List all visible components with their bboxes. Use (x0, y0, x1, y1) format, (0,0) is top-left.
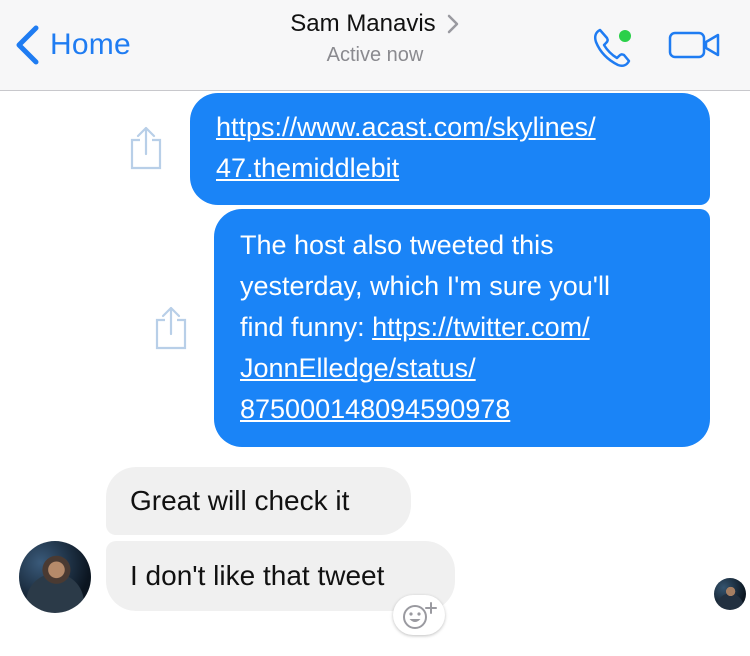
message-link[interactable]: https://www.acast.com/skylines/ 47.themi… (216, 112, 596, 183)
online-dot (619, 30, 631, 42)
phone-icon[interactable] (590, 24, 640, 70)
outgoing-message: The host also tweeted this yesterday, wh… (214, 209, 710, 447)
add-reaction-icon (403, 602, 437, 629)
message-text-line: The host also tweeted this (240, 230, 554, 260)
message-text: I don't like that tweet (130, 560, 385, 591)
link-line: 47.themiddlebit (216, 153, 400, 183)
outgoing-message: https://www.acast.com/skylines/ 47.themi… (190, 93, 710, 205)
incoming-message: Great will check it (106, 467, 411, 535)
share-icon[interactable] (151, 304, 191, 352)
message-text-line: yesterday, which I'm sure you'll (240, 271, 610, 301)
share-icon[interactable] (126, 124, 166, 172)
link-line: JonnElledge/status/ (240, 353, 476, 383)
link-line: 875000148094590978 (240, 394, 511, 424)
contact-name: Sam Manavis (290, 10, 436, 37)
avatar[interactable] (19, 541, 91, 613)
message-text: Great will check it (130, 485, 350, 516)
message-text-line: find funny: (240, 312, 373, 342)
title-chevron-icon (447, 14, 458, 34)
read-receipt-avatar (714, 578, 746, 610)
add-reaction-button[interactable] (393, 595, 445, 635)
video-camera-icon[interactable] (667, 28, 723, 62)
conversation-header: Home Sam Manavis Active now (0, 0, 750, 91)
link-line: https://www.acast.com/skylines/ (216, 112, 596, 142)
